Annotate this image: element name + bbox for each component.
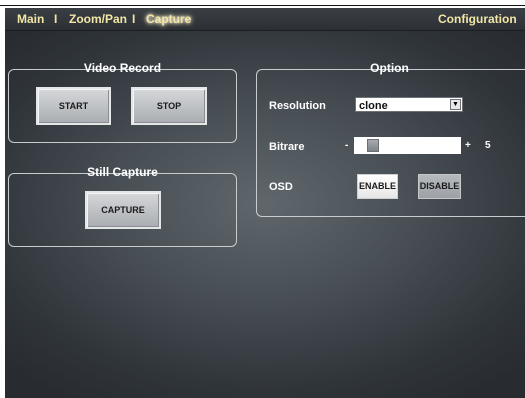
bitrate-slider-fill xyxy=(356,139,367,152)
bitrate-value: 5 xyxy=(485,140,491,151)
resolution-value: clone xyxy=(359,100,388,112)
video-record-panel: Video Record START STOP xyxy=(8,61,237,143)
option-title: Option xyxy=(370,61,409,75)
bitrate-label: Bitrare xyxy=(269,141,305,153)
start-button[interactable]: START xyxy=(36,87,111,125)
osd-label: OSD xyxy=(269,181,293,193)
nav-separator: I xyxy=(54,12,58,26)
bitrate-slider[interactable] xyxy=(354,137,461,154)
bitrate-minus[interactable]: - xyxy=(345,140,348,151)
osd-disable-button[interactable]: DISABLE xyxy=(418,174,461,199)
stop-button[interactable]: STOP xyxy=(131,87,207,125)
still-capture-panel: Still Capture CAPTURE xyxy=(8,165,237,247)
nav-capture[interactable]: Capture xyxy=(146,12,191,26)
nav-zoom-pan[interactable]: Zoom/Pan xyxy=(69,12,127,26)
resolution-select[interactable]: clone ▼ xyxy=(355,97,463,112)
top-nav-bar: Main I Zoom/Pan I Capture Configuration xyxy=(5,8,525,31)
bitrate-slider-thumb[interactable] xyxy=(367,139,379,152)
nav-main[interactable]: Main xyxy=(17,12,44,26)
capture-page: Main I Zoom/Pan I Capture Configuration … xyxy=(5,8,525,398)
window-top-border xyxy=(0,5,525,6)
nav-configuration[interactable]: Configuration xyxy=(438,12,517,26)
resolution-label: Resolution xyxy=(269,100,326,112)
video-record-title: Video Record xyxy=(83,61,162,75)
option-panel: Option Resolution clone ▼ Bitrare - + 5 … xyxy=(256,61,525,217)
still-capture-title: Still Capture xyxy=(87,165,158,179)
capture-button[interactable]: CAPTURE xyxy=(85,191,161,229)
nav-separator: I xyxy=(132,12,136,26)
chevron-down-icon[interactable]: ▼ xyxy=(450,99,461,110)
osd-enable-button[interactable]: ENABLE xyxy=(357,174,398,199)
bitrate-plus[interactable]: + xyxy=(465,140,471,151)
